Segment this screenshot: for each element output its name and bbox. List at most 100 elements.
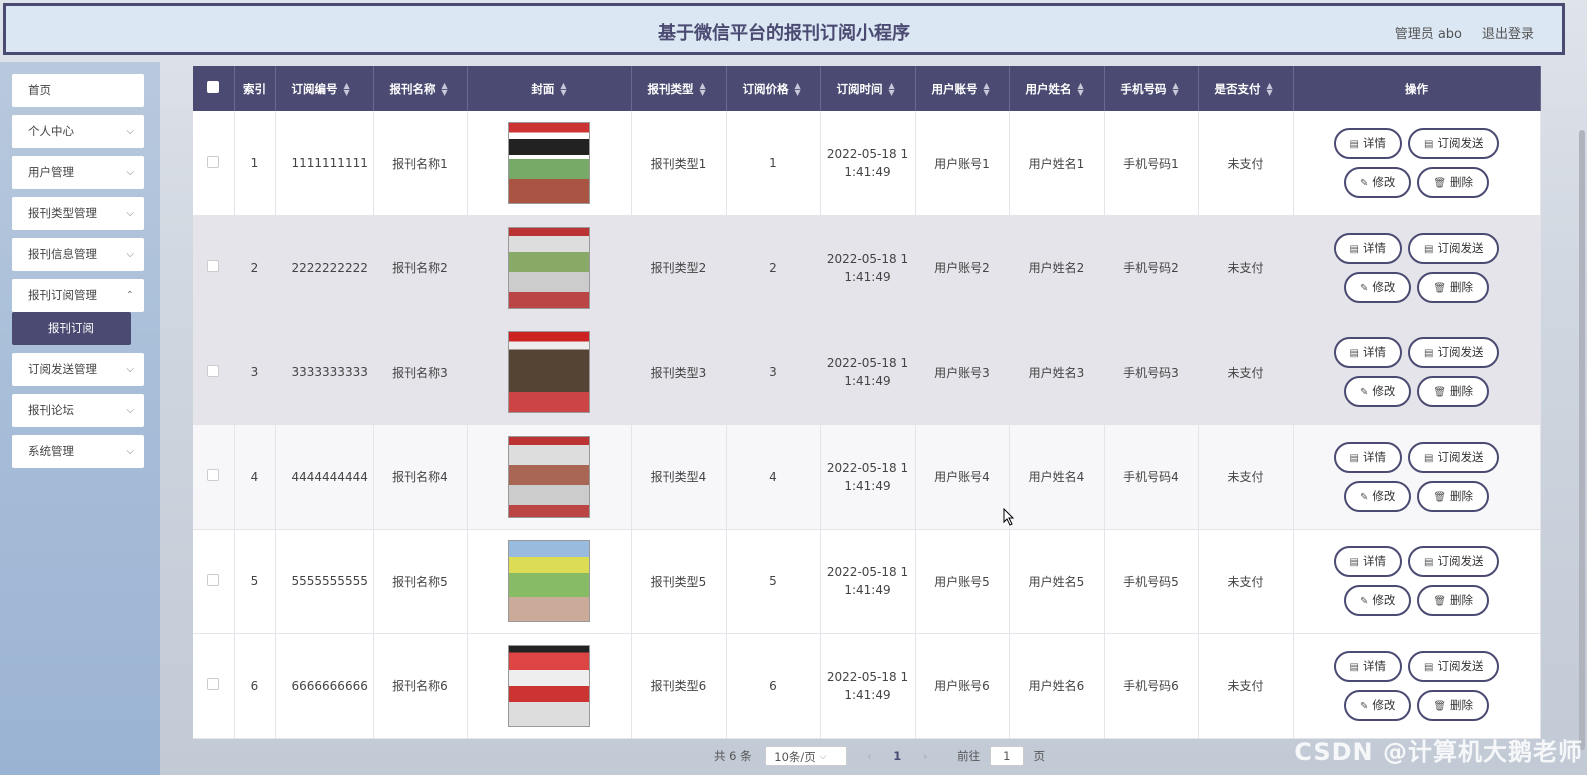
row-checkbox[interactable] [207,364,220,377]
cell-phone: 手机号码2 [1104,215,1199,321]
sidebar-item-system[interactable]: 系统管理 ⌵ [12,435,144,468]
row-checkbox[interactable] [207,678,220,691]
send-subscription-button[interactable]: ▤ 订阅发送 [1408,441,1500,473]
edit-button[interactable]: ✎ 修改 [1343,167,1412,198]
delete-button[interactable]: 🗑 删除 [1417,689,1490,721]
delete-button[interactable]: 🗑 删除 [1417,376,1490,408]
sort-icon[interactable]: ▲ ▼ [1173,82,1179,97]
row-checkbox[interactable] [207,573,220,586]
delete-button[interactable]: 🗑 删除 [1417,585,1490,617]
chevron-up-icon: ⌃ [125,290,134,301]
col-header-price[interactable]: 订阅价格 ▲ ▼ [726,66,821,111]
sidebar: 首页 个人中心 ⌵ 用户管理 ⌵ 报刊类型管理 ⌵ 报刊信息管理 ⌵ 报刊订阅管理 ⌃ 报… [0,62,160,775]
row-checkbox[interactable] [207,469,220,482]
logout-link[interactable]: 退出登录 [1482,23,1534,42]
edit-button[interactable]: ✎ 修改 [1343,376,1412,408]
next-page-icon[interactable]: › [923,749,928,763]
col-header-time[interactable]: 订阅时间 ▲ ▼ [820,66,916,111]
goto-page-input[interactable]: 1 [989,746,1024,766]
sort-icon[interactable]: ▲ ▼ [889,82,895,97]
row-select-cell[interactable] [193,424,235,530]
row-select-cell[interactable] [193,633,235,739]
cell-time: 2022-05-18 1 1:41:49 [820,320,916,425]
detail-button[interactable]: ▤ 详情 [1333,441,1402,473]
cell-cover [467,320,632,425]
row-select-cell[interactable] [193,320,235,425]
detail-button[interactable]: ▤ 详情 [1333,232,1402,264]
sort-icon[interactable]: ▲ ▼ [442,82,448,97]
table-row: 1 1111111111 报刊名称1 报刊类型1 1 2022-05-18 1 1:41:4… [193,111,1541,216]
detail-button[interactable]: ▤ 详情 [1333,546,1402,578]
sidebar-item-forum[interactable]: 报刊论坛 ⌵ [12,394,144,427]
cover-image[interactable] [508,331,590,414]
col-header-paper-name[interactable]: 报刊名称 ▲ ▼ [373,66,468,111]
sidebar-item-paper-info[interactable]: 报刊信息管理 ⌵ [12,238,144,271]
cell-sub-no: 6666666666 [275,633,374,739]
delete-button[interactable]: 🗑 删除 [1417,480,1490,512]
cell-phone: 手机号码1 [1104,111,1199,216]
delete-button[interactable]: 🗑 删除 [1417,167,1490,198]
sidebar-item-profile[interactable]: 个人中心 ⌵ [12,115,144,148]
row-select-cell[interactable] [193,111,235,216]
sort-icon[interactable]: ▲ ▼ [1267,82,1273,97]
sort-icon[interactable]: ▲ ▼ [984,82,990,97]
row-select-cell[interactable] [193,215,235,321]
sort-icon[interactable]: ▲ ▼ [795,82,801,97]
row-checkbox[interactable] [207,155,220,168]
document-icon: ▤ [1349,452,1359,464]
cover-image[interactable] [508,122,590,204]
sort-icon[interactable]: ▲ ▼ [344,82,350,97]
chevron-down-icon: ⌵ [126,167,134,178]
sidebar-item-label: 系统管理 [28,444,74,458]
col-header-cover[interactable]: 封面 ▲ ▼ [467,66,632,111]
edit-button[interactable]: ✎ 修改 [1343,689,1412,721]
cover-image[interactable] [508,644,590,727]
send-subscription-button[interactable]: ▤ 订阅发送 [1408,650,1500,682]
pencil-icon: ✎ [1359,700,1369,712]
cell-index: 2 [234,215,276,321]
cover-image[interactable] [508,226,590,309]
send-subscription-button[interactable]: ▤ 订阅发送 [1408,546,1500,578]
detail-button[interactable]: ▤ 详情 [1333,650,1402,682]
col-header-sub-no[interactable]: 订阅编号 ▲ ▼ [275,66,374,111]
sidebar-item-users[interactable]: 用户管理 ⌵ [12,156,144,189]
edit-button[interactable]: ✎ 修改 [1343,271,1412,303]
col-header-paper-type[interactable]: 报刊类型 ▲ ▼ [631,66,727,111]
cell-index: 3 [234,320,276,425]
prev-page-icon[interactable]: ‹ [867,749,872,763]
sidebar-item-label: 报刊论坛 [28,403,74,417]
select-all-cell[interactable] [193,66,235,111]
scrollbar[interactable] [1579,130,1585,750]
sidebar-item-paper-types[interactable]: 报刊类型管理 ⌵ [12,197,144,230]
sort-icon[interactable]: ▲ ▼ [560,82,566,97]
detail-button[interactable]: ▤ 详情 [1333,337,1402,369]
edit-button[interactable]: ✎ 修改 [1343,585,1412,617]
edit-button[interactable]: ✎ 修改 [1343,480,1412,512]
sidebar-item-home[interactable]: 首页 [12,74,144,107]
cell-account: 用户账号4 [915,424,1010,530]
row-select-cell[interactable] [193,529,235,634]
select-all-checkbox[interactable] [207,81,220,93]
page-number-current[interactable]: 1 [893,749,901,763]
page-size-select[interactable]: 10条/页 ⌵ [765,746,848,766]
col-header-username[interactable]: 用户姓名 ▲ ▼ [1009,66,1105,111]
send-subscription-button[interactable]: ▤ 订阅发送 [1408,232,1500,264]
send-subscription-button[interactable]: ▤ 订阅发送 [1408,128,1500,159]
detail-button[interactable]: ▤ 详情 [1333,128,1402,159]
cell-paper-type: 报刊类型3 [631,320,727,425]
cover-image[interactable] [508,540,590,623]
col-header-paid[interactable]: 是否支付 ▲ ▼ [1198,66,1294,111]
cell-phone: 手机号码5 [1104,529,1199,634]
sidebar-subitem-subscription[interactable]: 报刊订阅 [12,312,131,345]
sidebar-item-subscriptions[interactable]: 报刊订阅管理 ⌃ [12,279,144,312]
row-checkbox[interactable] [207,260,220,273]
delete-button[interactable]: 🗑 删除 [1417,271,1490,303]
col-header-index: 索引 [234,66,276,111]
col-header-account[interactable]: 用户账号 ▲ ▼ [915,66,1010,111]
sort-icon[interactable]: ▲ ▼ [1078,82,1084,97]
cover-image[interactable] [508,435,590,518]
col-header-phone[interactable]: 手机号码 ▲ ▼ [1104,66,1199,111]
sort-icon[interactable]: ▲ ▼ [700,82,706,97]
sidebar-item-send[interactable]: 订阅发送管理 ⌵ [12,353,144,386]
send-subscription-button[interactable]: ▤ 订阅发送 [1408,337,1500,369]
